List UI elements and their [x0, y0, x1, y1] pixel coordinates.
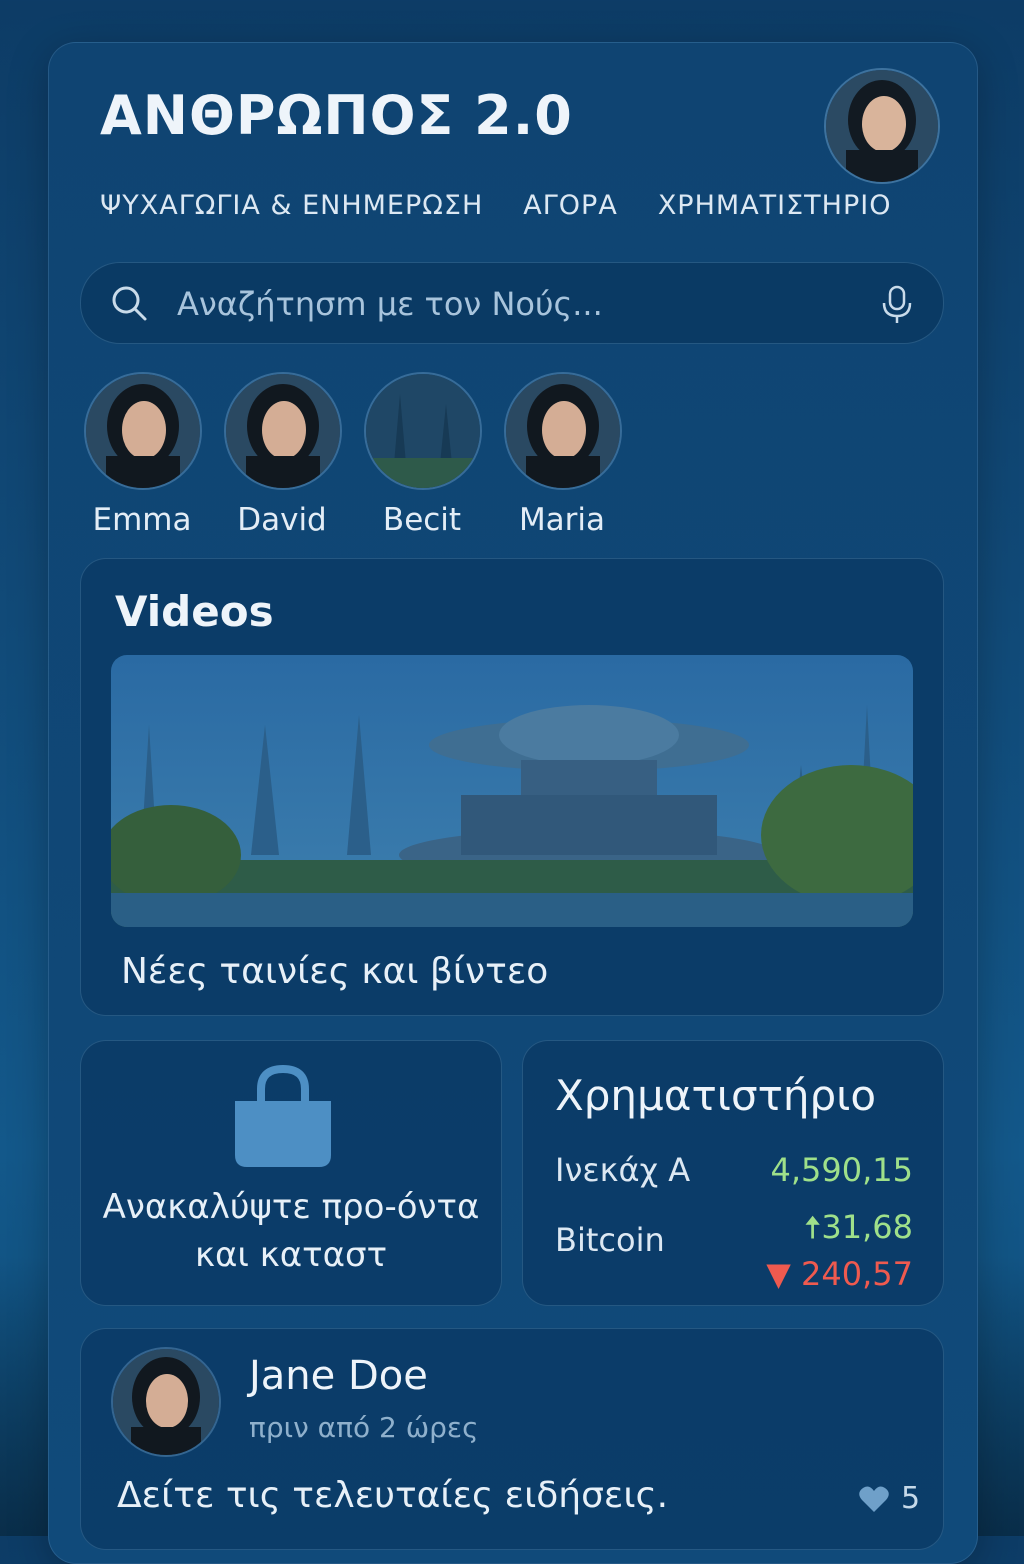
contact-david[interactable]: David: [224, 372, 342, 538]
contacts-row: Emma David Becit Maria: [84, 372, 622, 538]
stock-value-down: ▼ 240,57: [766, 1255, 913, 1293]
stock-name: Ινεκάχ Α: [555, 1151, 691, 1189]
videos-card[interactable]: Videos Νέες ταινίες και βίντεο: [80, 558, 944, 1016]
stock-value: 4,590,15: [770, 1151, 914, 1189]
avatar: [224, 372, 342, 490]
nav-stock-exchange[interactable]: ΧΡΗΜΑΤΙΣΤΗΡΙΟ: [658, 190, 892, 221]
nav-entertainment[interactable]: ΨΥΧΑΓΩΓΙΑ & ΕΝΗΜΕΡΩΣΗ: [100, 190, 483, 221]
post-time: πριν από 2 ώρες: [249, 1411, 479, 1444]
search-input[interactable]: [175, 277, 859, 331]
microphone-icon[interactable]: [879, 285, 915, 325]
shopping-bag-icon: [235, 1065, 331, 1167]
like-button[interactable]: 5: [859, 1481, 920, 1516]
contact-becit[interactable]: Becit: [364, 372, 482, 538]
stocks-card[interactable]: Χρηματιστήριο Ινεκάχ Α 4,590,15 Bitcoin …: [522, 1040, 944, 1306]
main-nav: ΨΥΧΑΓΩΓΙΑ & ΕΝΗΜΕΡΩΣΗ ΑΓΟΡΑ ΧΡΗΜΑΤΙΣΤΗΡΙ…: [100, 190, 891, 221]
avatar: [364, 372, 482, 490]
stocks-title: Χρηματιστήριο: [555, 1071, 877, 1120]
post-message: Δείτε τις τελευταίες ειδήσεις.: [117, 1475, 669, 1516]
post-author[interactable]: Jane Doe: [249, 1353, 428, 1399]
video-thumbnail[interactable]: [111, 655, 913, 927]
contact-name: Becit: [382, 502, 462, 538]
arrow-up-icon: 🠅: [803, 1208, 822, 1246]
contact-name: Emma: [92, 502, 192, 538]
videos-title: Videos: [115, 587, 274, 636]
post-avatar[interactable]: [111, 1347, 221, 1457]
contact-maria[interactable]: Maria: [504, 372, 622, 538]
post-card[interactable]: Jane Doe πριν από 2 ώρες Δείτε τις τελευ…: [80, 1328, 944, 1550]
nav-market[interactable]: ΑΓΟΡΑ: [523, 190, 618, 221]
stock-value-up: 🠅31,68: [803, 1208, 913, 1246]
videos-caption: Νέες ταινίες και βίντεο: [121, 951, 549, 992]
shop-text: Ανακαλύψτε προ-όντα και καταστ: [102, 1187, 480, 1275]
like-count: 5: [901, 1481, 921, 1516]
contact-emma[interactable]: Emma: [84, 372, 202, 538]
search-icon: [112, 286, 147, 321]
heart-icon: [859, 1486, 889, 1512]
avatar: [84, 372, 202, 490]
contact-name: David: [237, 502, 327, 538]
shop-card[interactable]: Ανακαλύψτε προ-όντα και καταστ: [80, 1040, 502, 1306]
stock-name: Bitcoin: [555, 1221, 665, 1259]
app-title: ΑΝΘΡΩΠΟΣ 2.0: [100, 84, 573, 147]
avatar: [504, 372, 622, 490]
contact-name: Maria: [518, 502, 606, 538]
search-bar: [80, 262, 944, 344]
profile-avatar[interactable]: [824, 68, 940, 184]
arrow-down-icon: ▼: [766, 1255, 802, 1293]
